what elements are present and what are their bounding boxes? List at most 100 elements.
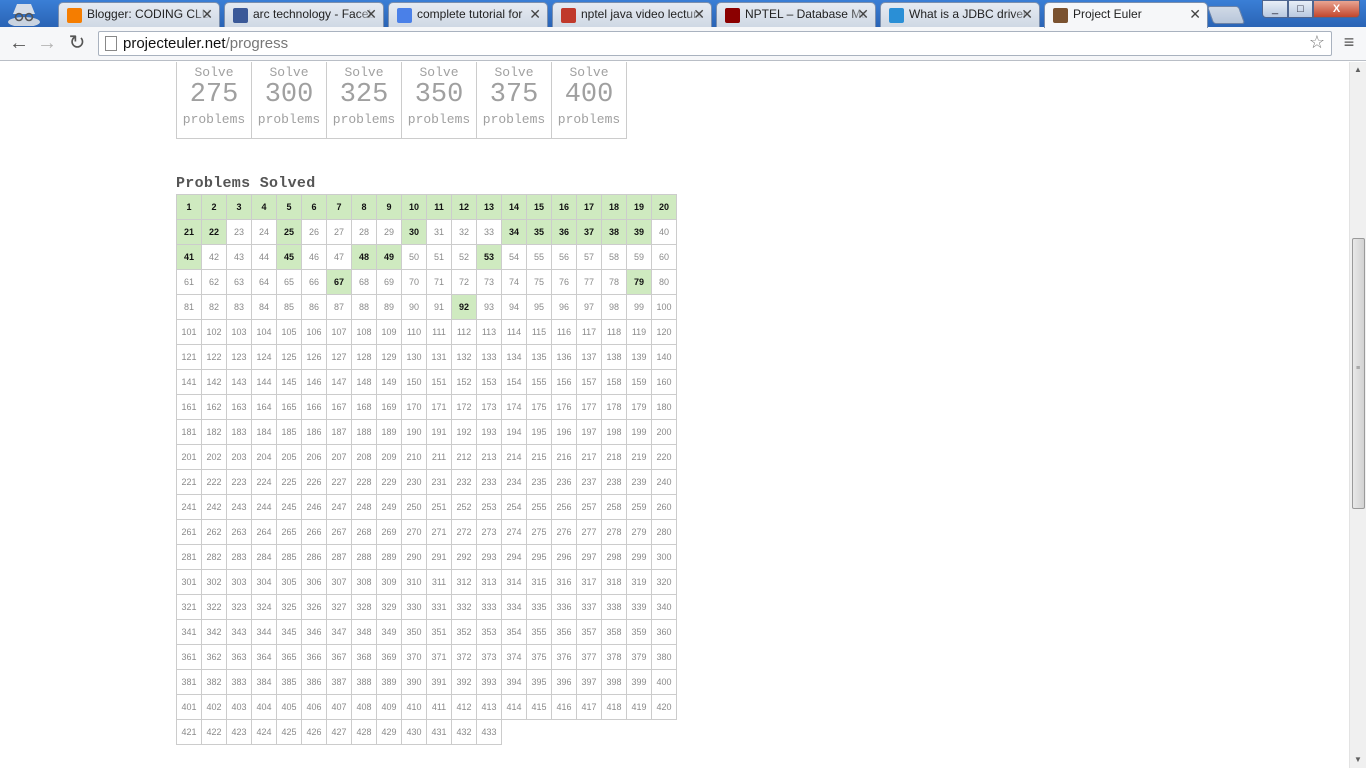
browser-tab[interactable]: Blogger: CODING CLUB ✕ [58, 2, 220, 27]
problem-cell[interactable]: 168 [351, 394, 377, 420]
problem-cell[interactable]: 426 [301, 719, 327, 745]
problem-cell[interactable]: 55 [526, 244, 552, 270]
chrome-menu-icon[interactable]: ≡ [1339, 32, 1359, 54]
problem-cell-solved[interactable]: 79 [626, 269, 652, 295]
problem-cell[interactable]: 417 [576, 694, 602, 720]
problem-cell[interactable]: 206 [301, 444, 327, 470]
problem-cell[interactable]: 220 [651, 444, 677, 470]
problem-cell[interactable]: 213 [476, 444, 502, 470]
problem-cell[interactable]: 54 [501, 244, 527, 270]
problem-cell[interactable]: 258 [601, 494, 627, 520]
problem-cell[interactable]: 143 [226, 369, 252, 395]
problem-cell[interactable]: 139 [626, 344, 652, 370]
problem-cell[interactable]: 113 [476, 319, 502, 345]
problem-cell[interactable]: 257 [576, 494, 602, 520]
problem-cell[interactable]: 93 [476, 294, 502, 320]
new-tab-button[interactable] [1206, 6, 1246, 24]
problem-cell[interactable]: 107 [326, 319, 352, 345]
problem-cell[interactable]: 376 [551, 644, 577, 670]
problem-cell[interactable]: 298 [601, 544, 627, 570]
problem-cell[interactable]: 274 [501, 519, 527, 545]
minimize-button[interactable]: _ [1262, 0, 1288, 18]
problem-cell[interactable]: 227 [326, 469, 352, 495]
problem-cell[interactable]: 100 [651, 294, 677, 320]
problem-cell[interactable]: 224 [251, 469, 277, 495]
problem-cell[interactable]: 365 [276, 644, 302, 670]
problem-cell[interactable]: 211 [426, 444, 452, 470]
problem-cell[interactable]: 202 [201, 444, 227, 470]
problem-cell[interactable]: 422 [201, 719, 227, 745]
problem-cell[interactable]: 218 [601, 444, 627, 470]
problem-cell[interactable]: 392 [451, 669, 477, 695]
problem-cell[interactable]: 185 [276, 419, 302, 445]
problem-cell-solved[interactable]: 92 [451, 294, 477, 320]
problem-cell[interactable]: 259 [626, 494, 652, 520]
problem-cell[interactable]: 252 [451, 494, 477, 520]
problem-cell[interactable]: 379 [626, 644, 652, 670]
problem-cell-solved[interactable]: 12 [451, 194, 477, 220]
bookmark-star-icon[interactable]: ☆ [1309, 32, 1325, 53]
problem-cell[interactable]: 60 [651, 244, 677, 270]
problem-cell[interactable]: 238 [601, 469, 627, 495]
problem-cell[interactable]: 316 [551, 569, 577, 595]
vertical-scrollbar[interactable]: ▲ ≡ ▼ [1349, 62, 1366, 768]
problem-cell[interactable]: 234 [501, 469, 527, 495]
scroll-up-arrow-icon[interactable]: ▲ [1350, 62, 1366, 78]
problem-cell-solved[interactable]: 15 [526, 194, 552, 220]
problem-cell[interactable]: 152 [451, 369, 477, 395]
problem-cell[interactable]: 300 [651, 544, 677, 570]
problem-cell-solved[interactable]: 39 [626, 219, 652, 245]
problem-cell[interactable]: 216 [551, 444, 577, 470]
problem-cell[interactable]: 337 [576, 594, 602, 620]
problem-cell[interactable]: 122 [201, 344, 227, 370]
problem-cell[interactable]: 82 [201, 294, 227, 320]
problem-cell[interactable]: 400 [651, 669, 677, 695]
problem-cell[interactable]: 109 [376, 319, 402, 345]
problem-cell[interactable]: 95 [526, 294, 552, 320]
problem-cell-solved[interactable]: 6 [301, 194, 327, 220]
problem-cell-solved[interactable]: 8 [351, 194, 377, 220]
problem-cell[interactable]: 260 [651, 494, 677, 520]
problem-cell[interactable]: 76 [551, 269, 577, 295]
problem-cell[interactable]: 244 [251, 494, 277, 520]
problem-cell-solved[interactable]: 2 [201, 194, 227, 220]
problem-cell[interactable]: 318 [601, 569, 627, 595]
problem-cell[interactable]: 352 [451, 619, 477, 645]
problem-cell-solved[interactable]: 9 [376, 194, 402, 220]
problem-cell[interactable]: 307 [326, 569, 352, 595]
problem-cell[interactable]: 230 [401, 469, 427, 495]
problem-cell[interactable]: 176 [551, 394, 577, 420]
problem-cell[interactable]: 297 [576, 544, 602, 570]
problem-cell-solved[interactable]: 45 [276, 244, 302, 270]
problem-cell[interactable]: 26 [301, 219, 327, 245]
problem-cell[interactable]: 120 [651, 319, 677, 345]
problem-cell[interactable]: 394 [501, 669, 527, 695]
problem-cell[interactable]: 174 [501, 394, 527, 420]
problem-cell[interactable]: 222 [201, 469, 227, 495]
problem-cell[interactable]: 347 [326, 619, 352, 645]
problem-cell[interactable]: 160 [651, 369, 677, 395]
problem-cell[interactable]: 27 [326, 219, 352, 245]
problem-cell[interactable]: 377 [576, 644, 602, 670]
problem-cell[interactable]: 327 [326, 594, 352, 620]
problem-cell[interactable]: 265 [276, 519, 302, 545]
problem-cell[interactable]: 334 [501, 594, 527, 620]
problem-cell[interactable]: 285 [276, 544, 302, 570]
problem-cell[interactable]: 65 [276, 269, 302, 295]
problem-cell[interactable]: 235 [526, 469, 552, 495]
problem-cell[interactable]: 187 [326, 419, 352, 445]
problem-cell[interactable]: 131 [426, 344, 452, 370]
problem-cell[interactable]: 194 [501, 419, 527, 445]
reload-button[interactable]: ↻ [65, 32, 89, 54]
problem-cell[interactable]: 62 [201, 269, 227, 295]
problem-cell[interactable]: 350 [401, 619, 427, 645]
problem-cell[interactable]: 344 [251, 619, 277, 645]
problem-cell[interactable]: 374 [501, 644, 527, 670]
problem-cell[interactable]: 335 [526, 594, 552, 620]
problem-cell[interactable]: 276 [551, 519, 577, 545]
problem-cell[interactable]: 153 [476, 369, 502, 395]
problem-cell[interactable]: 132 [451, 344, 477, 370]
problem-cell[interactable]: 367 [326, 644, 352, 670]
problem-cell[interactable]: 94 [501, 294, 527, 320]
problem-cell[interactable]: 84 [251, 294, 277, 320]
